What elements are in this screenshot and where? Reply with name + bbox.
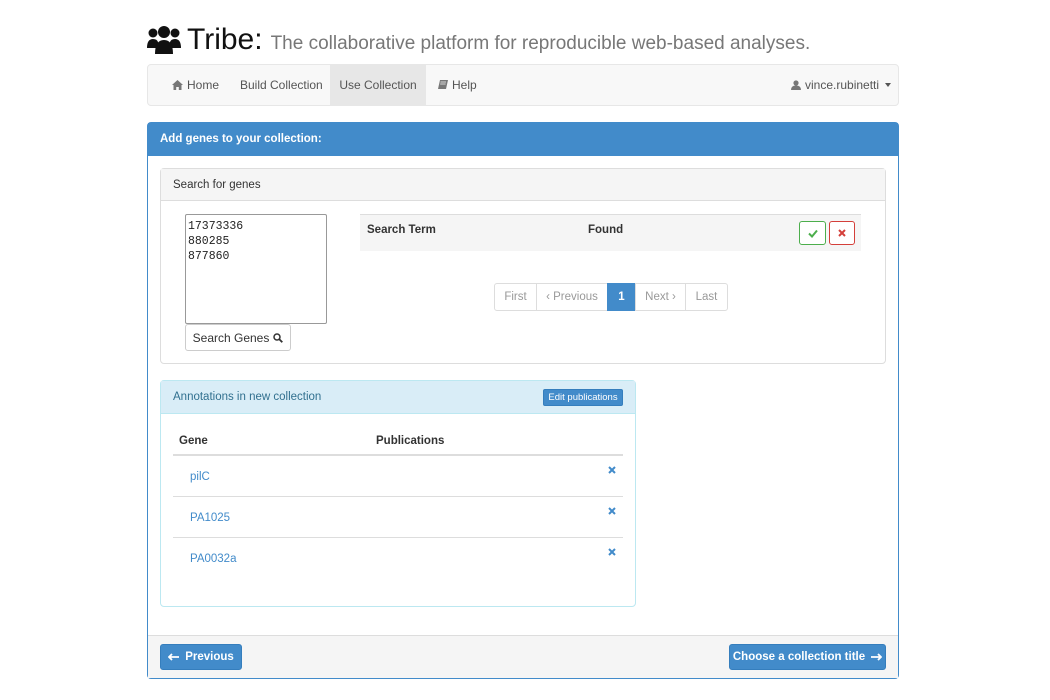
choose-title-button[interactable]: Choose a collection title	[729, 644, 886, 670]
col-search-term: Search Term	[367, 224, 436, 236]
col-publications: Publications	[376, 435, 445, 447]
page-last[interactable]: Last	[685, 283, 728, 311]
app-subtitle: The collaborative platform for reproduci…	[270, 32, 811, 54]
panel-title: Add genes to your collection:	[148, 123, 898, 156]
remove-icon[interactable]	[608, 548, 616, 556]
page-previous[interactable]: ‹ Previous	[536, 283, 608, 311]
nav-use-collection-label: Use Collection	[339, 78, 417, 92]
table-row: PA1025	[173, 497, 623, 538]
search-genes-button-label: Search Genes	[192, 330, 270, 345]
app-header: Tribe: The collaborative platform for re…	[147, 18, 810, 62]
nav-home[interactable]: Home	[172, 65, 219, 105]
nav-use-collection[interactable]: Use Collection	[330, 65, 426, 105]
nav-build-collection-label: Build Collection	[240, 78, 323, 92]
gene-link[interactable]: PA1025	[190, 512, 230, 524]
search-results-header: Search Term Found	[360, 214, 861, 251]
check-icon	[807, 229, 818, 238]
user-menu[interactable]: vince.rubinetti	[791, 65, 892, 105]
gene-search-textarea[interactable]	[185, 214, 327, 324]
col-gene: Gene	[179, 435, 208, 447]
pagination: First ‹ Previous 1 Next › Last	[494, 283, 728, 311]
app-title: Tribe:	[187, 23, 263, 56]
nav-help[interactable]: Help	[438, 65, 477, 105]
book-icon	[438, 80, 448, 89]
accept-all-button[interactable]	[799, 221, 826, 245]
reject-all-button[interactable]	[829, 221, 855, 245]
page-first[interactable]: First	[494, 283, 537, 311]
close-icon	[838, 229, 846, 237]
remove-icon[interactable]	[608, 507, 616, 515]
page-current[interactable]: 1	[607, 283, 636, 311]
search-icon	[273, 332, 284, 343]
user-name: vince.rubinetti	[805, 78, 880, 92]
users-icon	[147, 26, 181, 54]
table-row: pilC	[173, 456, 623, 497]
arrow-left-icon	[168, 653, 180, 661]
gene-link[interactable]: pilC	[190, 471, 210, 483]
remove-icon[interactable]	[608, 466, 616, 474]
edit-publications-button[interactable]: Edit publications	[543, 389, 623, 406]
home-icon	[172, 80, 183, 90]
choose-title-button-label: Choose a collection title	[732, 651, 866, 663]
previous-button-label: Previous	[185, 651, 234, 663]
nav-build-collection[interactable]: Build Collection	[240, 65, 323, 105]
user-icon	[791, 80, 801, 90]
nav-help-label: Help	[452, 78, 477, 92]
search-genes-title: Search for genes	[161, 169, 885, 201]
gene-link[interactable]: PA0032a	[190, 553, 236, 565]
table-row: PA0032a	[173, 538, 623, 579]
col-found: Found	[588, 224, 624, 236]
previous-button[interactable]: Previous	[160, 644, 242, 670]
caret-down-icon	[885, 83, 892, 87]
annotations-table-header: Gene Publications	[173, 427, 623, 456]
arrow-right-icon	[871, 653, 883, 661]
navbar: Home Build Collection Use Collection Hel…	[147, 64, 899, 106]
search-genes-button[interactable]: Search Genes	[185, 324, 291, 351]
page-next[interactable]: Next ›	[635, 283, 686, 311]
nav-home-label: Home	[187, 78, 220, 92]
